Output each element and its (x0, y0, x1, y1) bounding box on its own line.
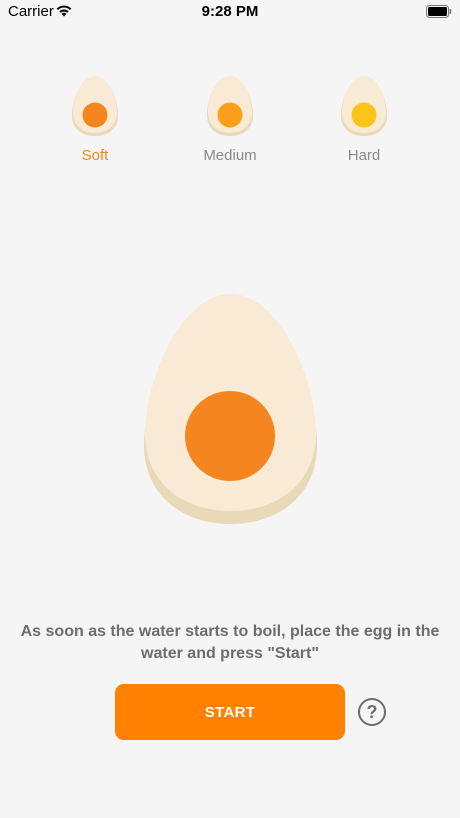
egg-yolk (185, 391, 275, 481)
egg-option-medium[interactable]: Medium (190, 75, 270, 175)
medium-egg-icon (207, 76, 253, 136)
egg-option-hard[interactable]: Hard (324, 75, 404, 175)
egg-illustration (144, 294, 317, 524)
soft-yolk (82, 102, 108, 128)
status-bar: Carrier 9:28 PM (0, 0, 460, 24)
egg-option-label: Hard (347, 147, 381, 164)
egg-option-label: Soft (81, 147, 109, 164)
battery-icon (426, 5, 452, 18)
egg-option-label: Medium (203, 147, 257, 164)
egg-option-soft[interactable]: Soft (55, 75, 135, 175)
soft-egg-icon (72, 76, 118, 136)
start-button[interactable]: START (115, 684, 345, 740)
clock-time: 9:28 PM (201, 3, 259, 20)
medium-yolk (217, 102, 243, 128)
instruction-text: As soon as the water starts to boil, pla… (20, 623, 440, 662)
help-icon[interactable]: ? (358, 698, 386, 726)
hard-egg-icon (341, 76, 387, 136)
hard-yolk (351, 102, 377, 128)
